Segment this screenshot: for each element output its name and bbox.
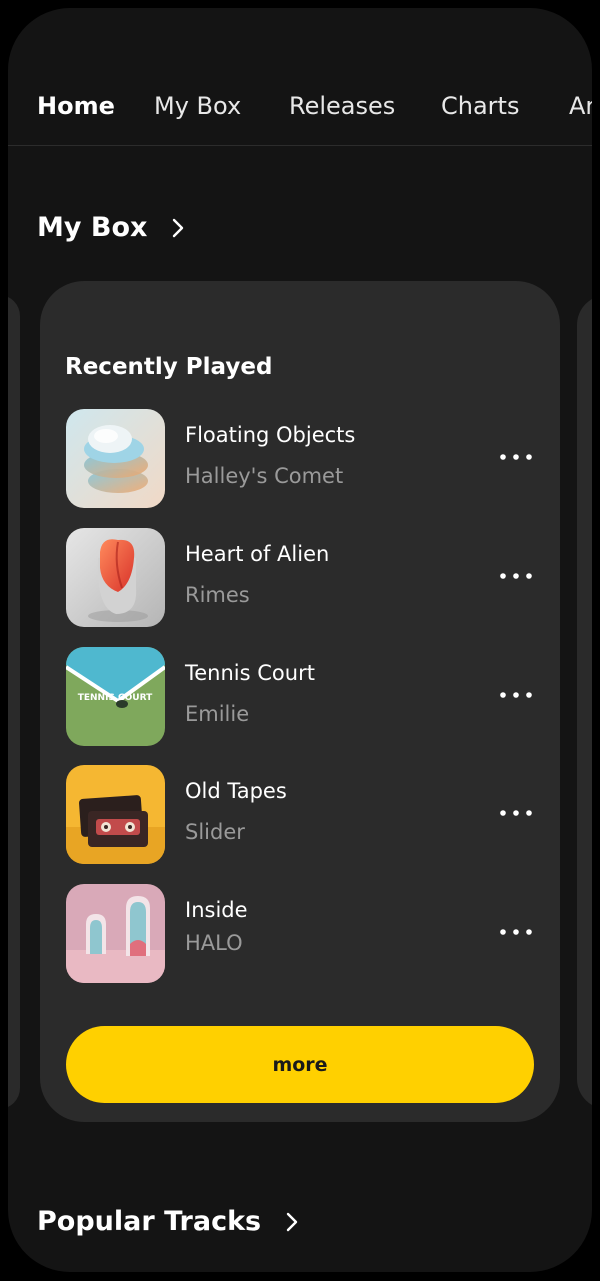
track-row[interactable]: Heart of Alien Rimes — [66, 528, 536, 628]
track-row[interactable]: Inside HALO — [66, 884, 536, 984]
top-nav: Home My Box Releases Charts Ar — [8, 8, 592, 146]
track-artist: Halley's Comet — [185, 464, 344, 488]
track-artist: HALO — [185, 931, 243, 955]
chevron-right-icon — [167, 217, 189, 239]
heart-of-alien-cover — [66, 528, 165, 627]
track-artist: Rimes — [185, 583, 250, 607]
tennis-court-cover: TENNIS COURT — [66, 647, 165, 746]
tab-releases[interactable]: Releases — [289, 90, 395, 122]
track-title: Old Tapes — [185, 779, 287, 803]
my-box-header[interactable]: My Box — [37, 210, 189, 246]
popular-tracks-header[interactable]: Popular Tracks — [37, 1204, 303, 1240]
tab-artists[interactable]: Ar — [569, 90, 592, 122]
more-options-icon[interactable] — [496, 683, 536, 707]
tab-charts[interactable]: Charts — [441, 90, 519, 122]
more-options-icon[interactable] — [496, 801, 536, 825]
inside-cover — [66, 884, 165, 983]
track-row[interactable]: Old Tapes Slider — [66, 765, 536, 865]
tab-my-box[interactable]: My Box — [154, 90, 241, 122]
previous-card-peek[interactable] — [8, 295, 20, 1109]
recently-played-card: Recently Played Floating Objects Halley'… — [40, 281, 560, 1122]
next-card-peek[interactable] — [577, 295, 592, 1109]
track-artist: Slider — [185, 820, 245, 844]
more-button[interactable]: more — [66, 1026, 534, 1103]
my-box-title: My Box — [37, 212, 148, 243]
more-options-icon[interactable] — [496, 920, 536, 944]
track-title: Floating Objects — [185, 423, 356, 447]
tab-home[interactable]: Home — [37, 90, 115, 122]
track-artist: Emilie — [185, 702, 250, 726]
recently-played-title: Recently Played — [65, 354, 273, 380]
popular-tracks-title: Popular Tracks — [37, 1206, 262, 1237]
old-tapes-cover — [66, 765, 165, 864]
track-title: Tennis Court — [185, 661, 315, 685]
tennis-court-cover-text: TENNIS COURT — [78, 693, 153, 703]
track-row[interactable]: TENNIS COURT Tennis Court Emilie — [66, 647, 536, 747]
more-options-icon[interactable] — [496, 445, 536, 469]
track-title: Heart of Alien — [185, 542, 330, 566]
track-title: Inside — [185, 898, 248, 922]
floating-objects-cover — [66, 409, 165, 508]
phone-screen: Home My Box Releases Charts Ar My Box Re… — [8, 8, 592, 1272]
chevron-right-icon — [281, 1211, 303, 1233]
track-row[interactable]: Floating Objects Halley's Comet — [66, 409, 536, 509]
more-options-icon[interactable] — [496, 564, 536, 588]
